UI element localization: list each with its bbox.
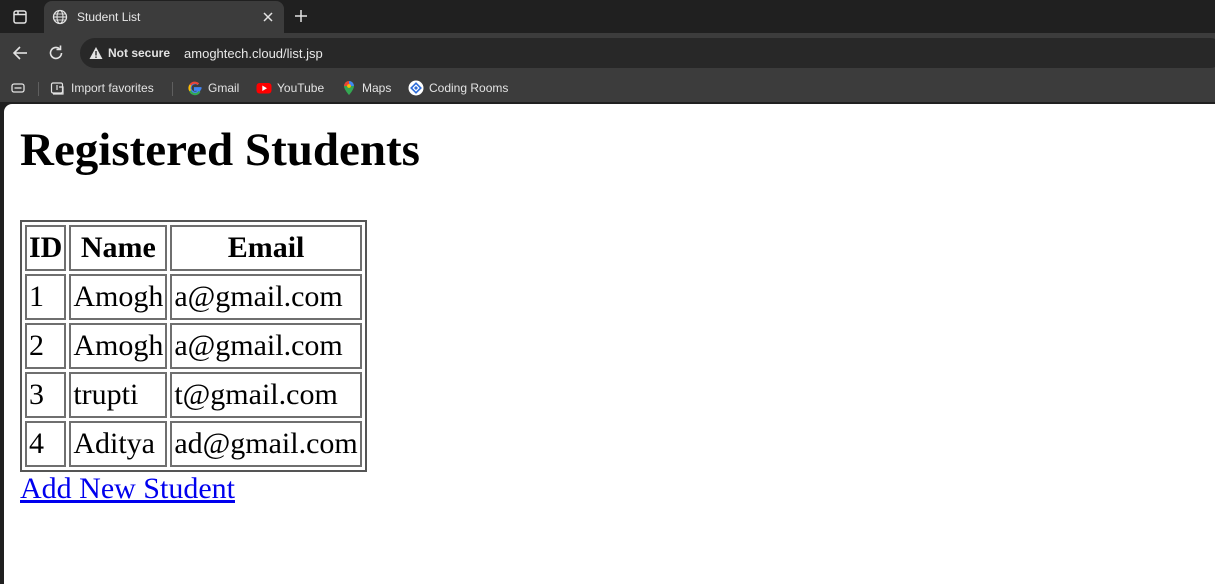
tab-actions-button[interactable]	[8, 6, 32, 28]
cell-name: trupti	[69, 372, 168, 418]
close-icon	[263, 12, 273, 22]
bookmark-label: Gmail	[208, 81, 240, 95]
bookmark-import-favorites[interactable]: Import favorites	[50, 79, 154, 97]
bookmarks-divider	[38, 82, 39, 96]
bookmarks-divider	[172, 82, 173, 96]
table-row: 4 Aditya ad@gmail.com	[25, 421, 362, 467]
back-arrow-icon	[12, 46, 27, 60]
coding-rooms-icon	[408, 80, 424, 96]
cell-id: 3	[25, 372, 67, 418]
page-viewport: Registered Students ID Name Email 1 Amog…	[4, 104, 1215, 584]
tab-title: Student List	[77, 10, 141, 24]
table-row: 1 Amogh a@gmail.com	[25, 274, 362, 320]
page-title: Registered Students	[20, 124, 420, 176]
cell-name: Amogh	[69, 323, 168, 369]
cell-name: Amogh	[69, 274, 168, 320]
add-new-student-link[interactable]: Add New Student	[20, 472, 420, 506]
cell-email: a@gmail.com	[170, 274, 362, 320]
bookmark-label: Maps	[362, 81, 392, 95]
cell-email: t@gmail.com	[170, 372, 362, 418]
bookmarks-bar: Import favorites Gmail YouTube Maps Codi…	[0, 74, 1215, 102]
globe-icon	[52, 9, 68, 25]
cell-id: 2	[25, 323, 67, 369]
reload-button[interactable]	[44, 41, 68, 65]
close-tab-button[interactable]	[260, 9, 276, 25]
tab-actions-icon	[13, 10, 27, 24]
tab-strip: Student List	[0, 0, 1215, 33]
url-text[interactable]: amoghtech.cloud/list.jsp	[184, 46, 323, 61]
maps-pin-icon	[344, 81, 354, 95]
bookmark-label: Coding Rooms	[429, 81, 509, 95]
table-header-row: ID Name Email	[25, 225, 362, 271]
tab-student-list[interactable]: Student List	[44, 1, 284, 33]
address-bar[interactable]: Not secure amoghtech.cloud/list.jsp	[80, 38, 1215, 68]
table-row: 3 trupti t@gmail.com	[25, 372, 362, 418]
bookmark-youtube[interactable]: YouTube	[256, 79, 324, 97]
column-header-name: Name	[69, 225, 168, 271]
import-icon	[50, 82, 64, 95]
page-content: Registered Students ID Name Email 1 Amog…	[20, 104, 420, 506]
google-icon	[188, 81, 202, 96]
cell-name: Aditya	[69, 421, 168, 467]
bookmark-gmail[interactable]: Gmail	[187, 79, 239, 97]
bookmark-maps[interactable]: Maps	[341, 79, 391, 97]
cell-id: 1	[25, 274, 67, 320]
cell-email: a@gmail.com	[170, 323, 362, 369]
cell-id: 4	[25, 421, 67, 467]
tab-search-icon	[11, 83, 25, 93]
youtube-icon	[256, 83, 272, 94]
bookmark-coding-rooms[interactable]: Coding Rooms	[408, 79, 508, 97]
students-table: ID Name Email 1 Amogh a@gmail.com 2 Amog…	[20, 220, 367, 472]
table-row: 2 Amogh a@gmail.com	[25, 323, 362, 369]
warning-icon	[89, 47, 103, 59]
bookmark-label: YouTube	[277, 81, 325, 95]
plus-icon	[295, 10, 307, 22]
not-secure-label[interactable]: Not secure	[108, 46, 170, 60]
cell-email: ad@gmail.com	[170, 421, 362, 467]
browser-toolbar: Not secure amoghtech.cloud/list.jsp	[0, 33, 1215, 74]
back-button[interactable]	[8, 41, 32, 65]
new-tab-button[interactable]	[290, 5, 312, 27]
bookmark-label: Import favorites	[71, 81, 154, 95]
reload-icon	[49, 45, 63, 60]
column-header-email: Email	[170, 225, 362, 271]
column-header-id: ID	[25, 225, 67, 271]
tab-search-button[interactable]	[10, 79, 26, 97]
